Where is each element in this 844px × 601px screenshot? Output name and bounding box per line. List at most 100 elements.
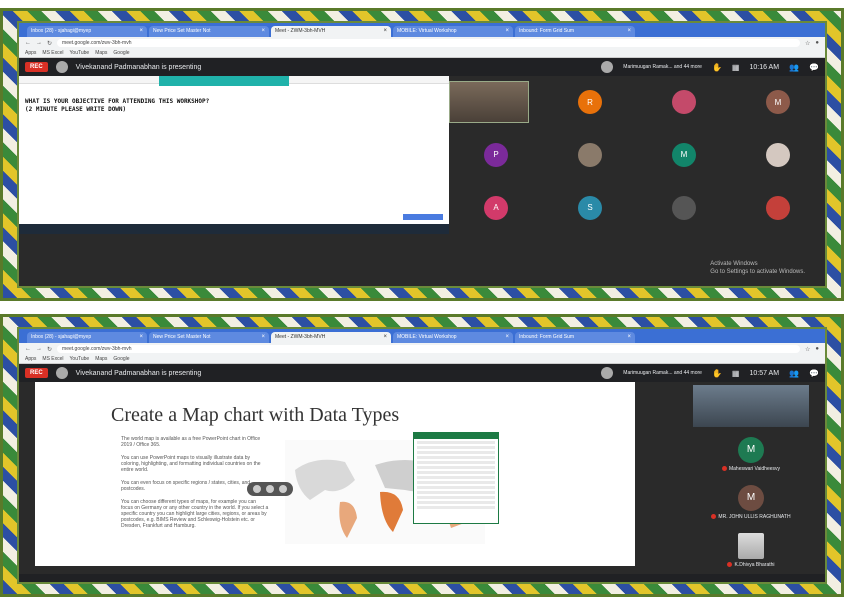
activate-title: Activate Windows — [710, 261, 758, 267]
participant-tile[interactable] — [637, 76, 731, 129]
participant-tile[interactable] — [637, 181, 731, 234]
excel-rows — [414, 439, 498, 513]
avatar — [766, 142, 790, 167]
tab-label: Meet - ZWM-3bh-MVH — [275, 28, 326, 34]
browser-tab[interactable]: Inbox (28) - sjahagi@myep × — [27, 332, 147, 343]
excel-row — [417, 476, 495, 479]
tab-label: MOBILE: Virtual Workshop — [397, 334, 457, 340]
close-icon[interactable]: × — [139, 332, 143, 343]
participants-label[interactable]: Marimuugan Ramak... and 44 more — [623, 64, 702, 70]
bookmark-item[interactable]: Google — [113, 356, 129, 362]
next-slide-button[interactable] — [279, 485, 287, 493]
participant-tile[interactable]: K.Dhivya Bharathi — [677, 526, 825, 574]
people-icon[interactable]: 👥 — [789, 63, 799, 72]
chat-icon[interactable]: 💬 — [809, 369, 819, 378]
raise-hand-icon[interactable]: ✋ — [712, 369, 722, 378]
participant-name: MR. JOHN ULLIS RAGHUNATH — [711, 514, 791, 520]
avatar: S — [578, 195, 602, 220]
close-icon[interactable]: × — [383, 26, 387, 37]
excel-row — [417, 491, 495, 494]
participant-tile[interactable]: S — [543, 181, 637, 234]
browser-tab[interactable]: Meet - ZWM-3bh-MVH × — [271, 332, 391, 343]
meet-top-bar: REC Vivekanand Padmanabhan is presenting… — [19, 58, 825, 76]
participant-tile[interactable]: M MR. JOHN ULLIS RAGHUNATH — [677, 478, 825, 526]
bookmark-item[interactable]: MS Excel — [42, 356, 63, 362]
bookmark-item[interactable]: YouTube — [70, 50, 90, 56]
chat-icon[interactable]: 💬 — [809, 63, 819, 72]
bookmark-item[interactable]: Maps — [95, 356, 107, 362]
avatar: P — [484, 142, 508, 167]
layout-icon[interactable]: ▦ — [732, 63, 740, 72]
presenter-avatar — [55, 61, 68, 73]
url-input[interactable]: meet.google.com/zwv-3bh-mvh — [57, 345, 800, 353]
participant-tile[interactable] — [731, 181, 825, 234]
back-icon[interactable]: ← — [25, 346, 31, 352]
muted-mic-icon — [727, 562, 733, 567]
participant-tile[interactable] — [449, 76, 543, 129]
close-icon[interactable]: × — [505, 26, 509, 37]
tab-label: New Price Set Master Not — [153, 334, 211, 340]
bookmark-item[interactable]: Google — [113, 50, 129, 56]
browser-tab[interactable]: MOBILE: Virtual Workshop × — [393, 332, 513, 343]
slide-title: Create a Map chart with Data Types — [111, 404, 400, 426]
pointer-button[interactable] — [266, 485, 274, 493]
close-icon[interactable]: × — [139, 26, 143, 37]
close-icon[interactable]: × — [261, 26, 265, 37]
browser-tab[interactable]: New Price Set Master Not × — [149, 26, 269, 37]
participant-tile[interactable] — [677, 382, 825, 430]
layout-icon[interactable]: ▦ — [732, 369, 740, 378]
top-address-bar: ← → ↻ meet.google.com/zwv-3bh-mvh ☆ ● — [19, 37, 825, 49]
reload-icon[interactable]: ↻ — [47, 40, 52, 47]
participant-tile[interactable]: M — [731, 76, 825, 129]
browser-tab[interactable]: Inbox (28) - sjahagi@myep × — [27, 26, 147, 37]
tab-label: Inbound: Form Grid Sum — [519, 334, 575, 340]
bookmark-item[interactable]: YouTube — [70, 356, 90, 362]
bottom-control-strip — [19, 574, 825, 582]
browser-tab[interactable]: New Price Set Master Not × — [149, 332, 269, 343]
browser-tab[interactable]: Meet - ZWM-3bh-MVH × — [271, 26, 391, 37]
close-icon[interactable]: × — [627, 332, 631, 343]
participant-tile[interactable]: M Maheswari Vaidheesvy — [677, 430, 825, 478]
forward-icon[interactable]: → — [36, 40, 42, 46]
url-input[interactable]: meet.google.com/zwv-3bh-mvh — [57, 39, 800, 47]
forward-icon[interactable]: → — [36, 346, 42, 352]
participant-tile[interactable]: M — [637, 129, 731, 182]
participant-tile[interactable] — [731, 129, 825, 182]
bookmark-item[interactable]: Apps — [25, 50, 36, 56]
document-text: WHAT IS YOUR OBJECTIVE FOR ATTENDING THI… — [25, 98, 209, 114]
previous-slide-button[interactable] — [253, 485, 261, 493]
top-tab-strip: Inbox (28) - sjahagi@myep × New Price Set … — [19, 23, 825, 37]
close-icon[interactable]: × — [627, 26, 631, 37]
participant-tile[interactable]: A — [449, 181, 543, 234]
activate-subtitle: Go to Settings to activate Windows. — [710, 269, 805, 275]
participants-label[interactable]: Marimuugan Ramak... and 44 more — [623, 370, 702, 376]
bookmark-item[interactable]: MS Excel — [42, 50, 63, 56]
close-icon[interactable]: × — [383, 332, 387, 343]
browser-tab[interactable]: MOBILE: Virtual Workshop × — [393, 26, 513, 37]
windows-taskbar — [19, 224, 449, 234]
star-icon[interactable]: ☆ — [805, 346, 810, 353]
participant-tile[interactable]: P — [449, 129, 543, 182]
bookmark-item[interactable]: Apps — [25, 356, 36, 362]
browser-tab[interactable]: Inbound: Form Grid Sum × — [515, 26, 635, 37]
reload-icon[interactable]: ↻ — [47, 346, 52, 353]
participant-tile[interactable]: R — [543, 76, 637, 129]
people-icon[interactable]: 👥 — [789, 369, 799, 378]
close-icon[interactable]: × — [261, 332, 265, 343]
raise-hand-icon[interactable]: ✋ — [712, 63, 722, 72]
star-icon[interactable]: ☆ — [805, 40, 810, 47]
muted-mic-icon — [721, 466, 727, 471]
bookmark-item[interactable]: Maps — [95, 50, 107, 56]
profile-icon[interactable]: ● — [815, 346, 819, 352]
avatar: M — [672, 142, 696, 167]
bottom-screenshot-frame: Inbox (28) - sjahagi@myep × New Price Set … — [0, 314, 844, 597]
back-icon[interactable]: ← — [25, 40, 31, 46]
bookmarks-bar: Apps MS Excel YouTube Maps Google — [19, 355, 825, 364]
tab-label: Inbox (28) - sjahagi@myep — [31, 28, 92, 34]
browser-tab[interactable]: Inbound: Form Grid Sum × — [515, 332, 635, 343]
document-status-button[interactable] — [403, 214, 443, 220]
recording-badge: REC — [25, 62, 48, 72]
participant-tile[interactable] — [543, 129, 637, 182]
profile-icon[interactable]: ● — [815, 40, 819, 46]
close-icon[interactable]: × — [505, 332, 509, 343]
